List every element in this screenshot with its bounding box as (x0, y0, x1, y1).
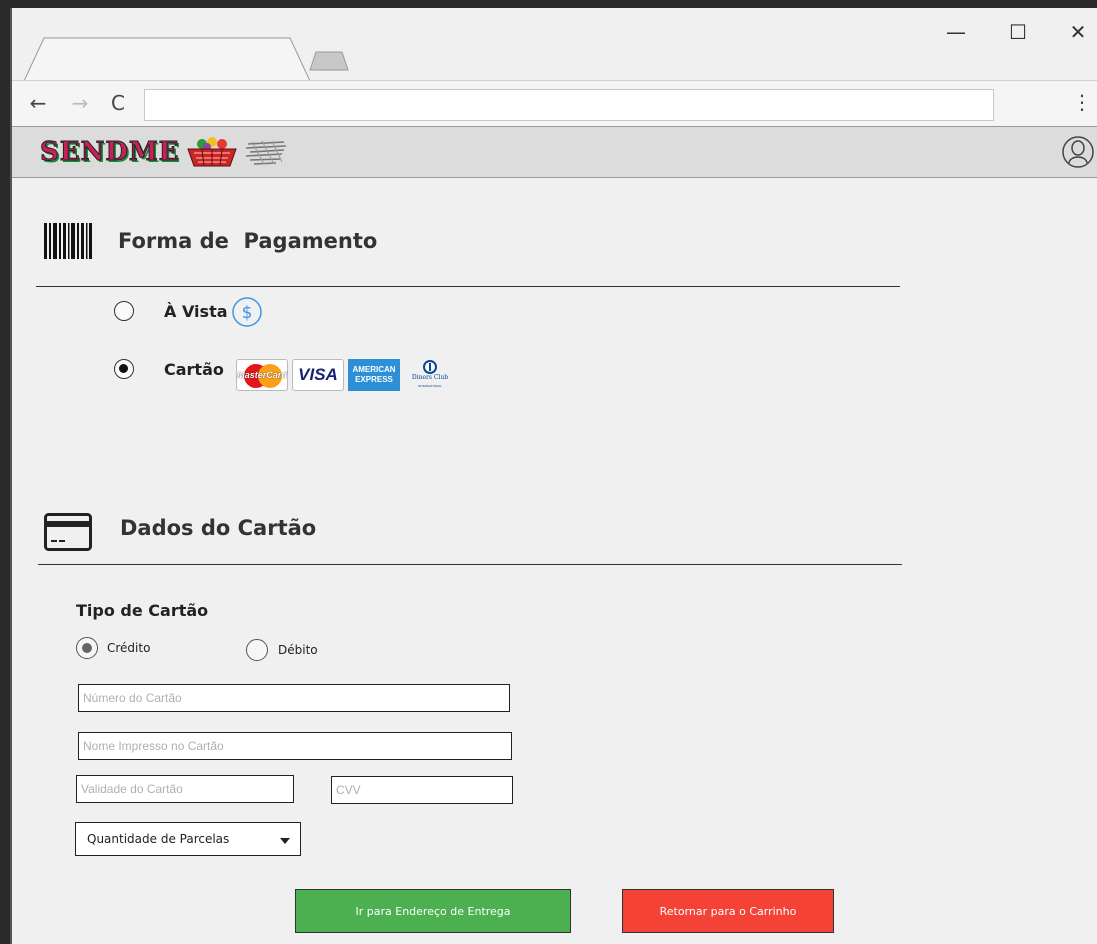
visa-logo: VISA (292, 359, 344, 391)
chevron-down-icon (280, 838, 290, 844)
card-data-section-title: Dados do Cartão (120, 516, 317, 540)
card-data-divider (38, 564, 902, 565)
browser-window: — ☐ ✕ ← → C ⋮ SENDME Forma de Pagamento … (10, 8, 1097, 944)
credito-label: Crédito (107, 641, 151, 655)
reload-icon[interactable]: C (106, 91, 130, 115)
cvv-field[interactable] (331, 776, 513, 804)
diners-subtext: INTERNATIONAL (418, 384, 442, 388)
radio-debito[interactable] (246, 639, 268, 661)
sendme-logo[interactable]: SENDME (40, 135, 288, 169)
forward-arrow-icon[interactable]: → (68, 91, 92, 115)
radio-a-vista[interactable] (114, 301, 134, 321)
barcode-icon (44, 223, 92, 259)
diners-circle-icon (423, 360, 437, 374)
payment-section-title: Forma de Pagamento (118, 229, 378, 253)
card-type-title: Tipo de Cartão (76, 601, 209, 620)
speed-lines-icon (245, 140, 286, 165)
svg-text:$: $ (242, 303, 253, 323)
close-icon[interactable]: ✕ (1066, 20, 1090, 44)
amex-text-bottom: EXPRESS (355, 375, 393, 384)
amex-text-top: AMERICAN (352, 365, 396, 374)
mastercard-text: MasterCard (237, 370, 287, 380)
user-icon[interactable] (1062, 135, 1094, 169)
installments-value: Quantidade de Parcelas (87, 832, 230, 846)
payment-divider (36, 286, 900, 287)
return-to-cart-button[interactable]: Retornar para o Carrinho (622, 889, 834, 933)
tab-strip: — ☐ ✕ (12, 8, 1097, 82)
diners-text: Diners Club (411, 374, 449, 381)
radio-credito[interactable] (76, 637, 98, 659)
debito-label: Débito (278, 643, 318, 657)
credit-card-icon (44, 513, 92, 551)
installments-select[interactable]: Quantidade de Parcelas (75, 822, 301, 856)
back-arrow-icon[interactable]: ← (26, 91, 50, 115)
maximize-icon[interactable]: ☐ (1006, 20, 1030, 44)
card-name-field[interactable] (78, 732, 512, 760)
amex-logo: AMERICAN EXPRESS (348, 359, 400, 391)
mastercard-logo: MasterCard (236, 359, 288, 391)
card-validity-field[interactable] (76, 775, 294, 803)
radio-cartao[interactable] (114, 359, 134, 379)
basket-icon (186, 137, 237, 167)
site-header: SENDME (12, 126, 1097, 178)
address-bar[interactable] (144, 89, 994, 121)
dollar-coin-icon: $ (232, 297, 262, 327)
browser-tab[interactable] (24, 36, 310, 82)
card-number-field[interactable] (78, 684, 510, 712)
visa-text: VISA (298, 365, 338, 384)
a-vista-label: À Vista (164, 302, 228, 321)
card-brands: MasterCard VISA AMERICAN EXPRESS Diners … (236, 359, 456, 391)
cartao-label: Cartão (164, 360, 224, 379)
diners-logo: Diners Club INTERNATIONAL (404, 359, 456, 391)
navigation-bar: ← → C ⋮ (12, 80, 1097, 126)
menu-kebab-icon[interactable]: ⋮ (1072, 91, 1092, 115)
go-to-delivery-address-button[interactable]: Ir para Endereço de Entrega (295, 889, 571, 933)
logo-text: SENDME (40, 137, 180, 168)
minimize-icon[interactable]: — (944, 20, 968, 44)
new-tab-icon[interactable] (308, 50, 350, 72)
